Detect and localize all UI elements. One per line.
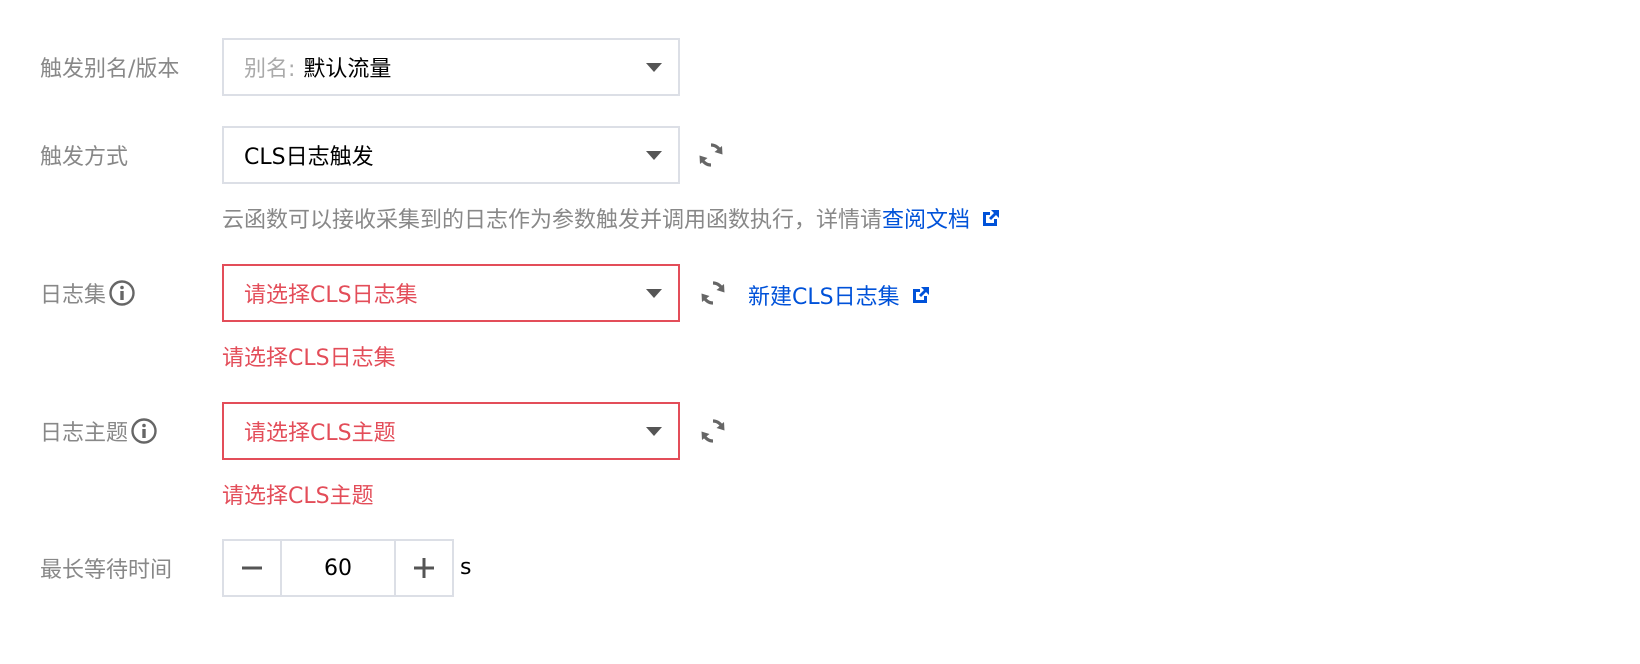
alias-version-select[interactable]: 别名: 默认流量 bbox=[222, 38, 680, 96]
logset-error-message: 请选择CLS日志集 bbox=[222, 346, 396, 371]
alias-prefix: 别名: bbox=[244, 57, 296, 82]
topic-error-message: 请选择CLS主题 bbox=[222, 484, 374, 509]
increment-button[interactable] bbox=[396, 541, 452, 595]
alias-version-label: 触发别名/版本 bbox=[40, 53, 180, 82]
alias-version-label-text: 触发别名/版本 bbox=[40, 57, 180, 82]
plus-icon bbox=[414, 558, 434, 578]
max-wait-input[interactable]: 60 bbox=[280, 541, 396, 595]
topic-label: 日志主题 bbox=[40, 417, 158, 446]
trigger-hint-text: 云函数可以接收采集到的日志作为参数触发并调用函数执行，详情请 bbox=[222, 208, 883, 233]
chevron-down-icon bbox=[646, 427, 662, 436]
logset-select[interactable]: 请选择CLS日志集 bbox=[222, 264, 680, 322]
trigger-method-label-text: 触发方式 bbox=[40, 145, 129, 170]
refresh-icon[interactable] bbox=[698, 416, 728, 446]
alias-value: 默认流量 bbox=[303, 57, 392, 82]
trigger-method-value: CLS日志触发 bbox=[244, 145, 374, 170]
info-icon[interactable] bbox=[108, 279, 136, 307]
chevron-down-icon bbox=[646, 289, 662, 298]
docs-link[interactable]: 查阅文档 bbox=[882, 202, 970, 234]
logset-placeholder: 请选择CLS日志集 bbox=[244, 283, 418, 308]
external-link-icon[interactable] bbox=[980, 207, 1002, 229]
max-wait-label: 最长等待时间 bbox=[40, 554, 173, 583]
trigger-method-label: 触发方式 bbox=[40, 141, 129, 170]
refresh-icon[interactable] bbox=[698, 278, 728, 308]
logset-label: 日志集 bbox=[40, 279, 136, 308]
chevron-down-icon bbox=[646, 63, 662, 72]
topic-select[interactable]: 请选择CLS主题 bbox=[222, 402, 680, 460]
logset-label-text: 日志集 bbox=[40, 283, 107, 308]
create-logset-link-text[interactable]: 新建CLS日志集 bbox=[748, 279, 900, 311]
decrement-button[interactable] bbox=[224, 541, 280, 595]
trigger-config-form: 触发别名/版本 别名: 默认流量 触发方式 CLS日志触发 云函数可以接收采集到… bbox=[0, 0, 1640, 664]
trigger-hint: 云函数可以接收采集到的日志作为参数触发并调用函数执行，详情请 查阅文档 bbox=[222, 202, 1002, 234]
topic-placeholder: 请选择CLS主题 bbox=[244, 421, 396, 446]
external-link-icon[interactable] bbox=[910, 284, 932, 306]
trigger-method-select[interactable]: CLS日志触发 bbox=[222, 126, 680, 184]
minus-icon bbox=[242, 566, 262, 570]
info-icon[interactable] bbox=[130, 417, 158, 445]
refresh-icon[interactable] bbox=[696, 140, 726, 170]
max-wait-label-text: 最长等待时间 bbox=[40, 558, 173, 583]
create-logset-link[interactable]: 新建CLS日志集 bbox=[748, 279, 932, 311]
topic-label-text: 日志主题 bbox=[40, 421, 129, 446]
max-wait-unit: s bbox=[460, 555, 472, 580]
max-wait-stepper: 60 bbox=[222, 539, 454, 597]
chevron-down-icon bbox=[646, 151, 662, 160]
